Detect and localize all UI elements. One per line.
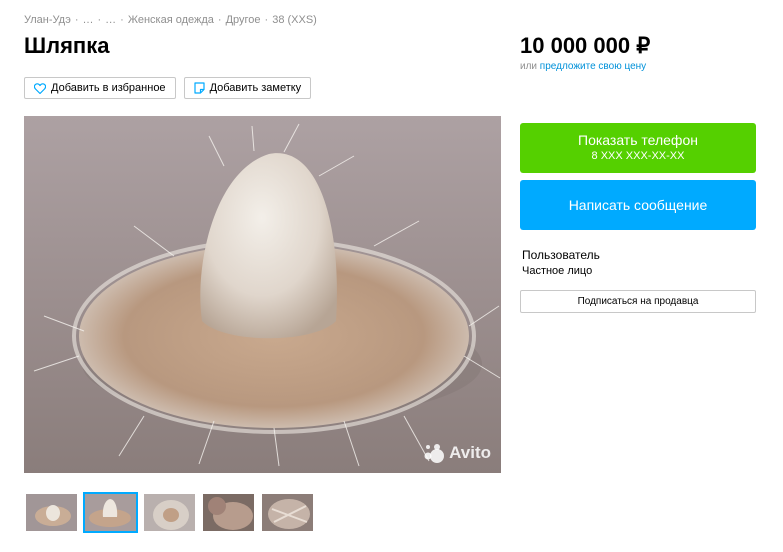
thumbnail-5[interactable] — [260, 492, 315, 533]
hat-photo-image — [24, 116, 501, 473]
breadcrumb-item-size[interactable]: 38 (XXS) — [272, 14, 317, 26]
breadcrumb-item-ellipsis[interactable]: … — [105, 14, 116, 26]
watermark-label: Avito — [449, 443, 491, 462]
breadcrumb-separator: · — [120, 14, 124, 26]
add-note-label: Добавить заметку — [209, 82, 302, 94]
seller-name[interactable]: Пользователь — [522, 248, 600, 262]
page-title: Шляпка — [24, 33, 110, 58]
breadcrumb-item-city[interactable]: Улан-Удэ — [24, 14, 71, 26]
breadcrumb-item-subcategory[interactable]: Другое — [226, 14, 261, 26]
thumbnail-1[interactable] — [24, 492, 79, 533]
add-note-button[interactable]: Добавить заметку — [183, 77, 312, 99]
listing-actions: Добавить в избранное Добавить заметку — [24, 77, 312, 99]
breadcrumb-separator: · — [97, 14, 102, 26]
breadcrumb-item-category[interactable]: Женская одежда — [128, 14, 214, 26]
show-phone-label: Показать телефон — [578, 132, 698, 148]
note-icon — [193, 82, 205, 94]
thumbnail-4[interactable] — [201, 492, 256, 533]
breadcrumb: Улан-Удэ ·… ·… · Женская одежда · Другое · 38 (X… — [24, 14, 317, 26]
write-message-button[interactable]: Написать сообщение — [520, 180, 756, 230]
heart-icon — [34, 82, 46, 94]
price-offer-prefix: или — [520, 61, 538, 72]
seller-type: Частное лицо — [522, 265, 593, 277]
breadcrumb-separator: · — [74, 14, 79, 26]
breadcrumb-separator: · — [217, 14, 222, 26]
subscribe-seller-button[interactable]: Подписаться на продавца — [520, 290, 756, 313]
price: 10 000 000 ₽ — [520, 33, 651, 58]
breadcrumb-item-ellipsis[interactable]: … — [82, 14, 93, 26]
breadcrumb-separator: · — [264, 14, 269, 26]
avito-watermark: Avito — [423, 442, 491, 464]
add-to-favorites-label: Добавить в избранное — [51, 82, 166, 94]
main-photo[interactable]: Avito — [24, 116, 501, 473]
add-to-favorites-button[interactable]: Добавить в избранное — [24, 77, 176, 99]
thumbnail-3[interactable] — [142, 492, 197, 533]
price-offer-line: или предложите свою цену — [520, 61, 646, 72]
thumbnail-strip — [24, 492, 315, 533]
thumbnail-2[interactable] — [83, 492, 138, 533]
avito-logo-icon — [424, 444, 445, 463]
masked-phone-number: 8 XXX XXX-XX-XX — [591, 150, 685, 162]
make-offer-link[interactable]: предложите свою цену — [540, 61, 646, 72]
show-phone-button[interactable]: Показать телефон 8 XXX XXX-XX-XX — [520, 123, 756, 173]
